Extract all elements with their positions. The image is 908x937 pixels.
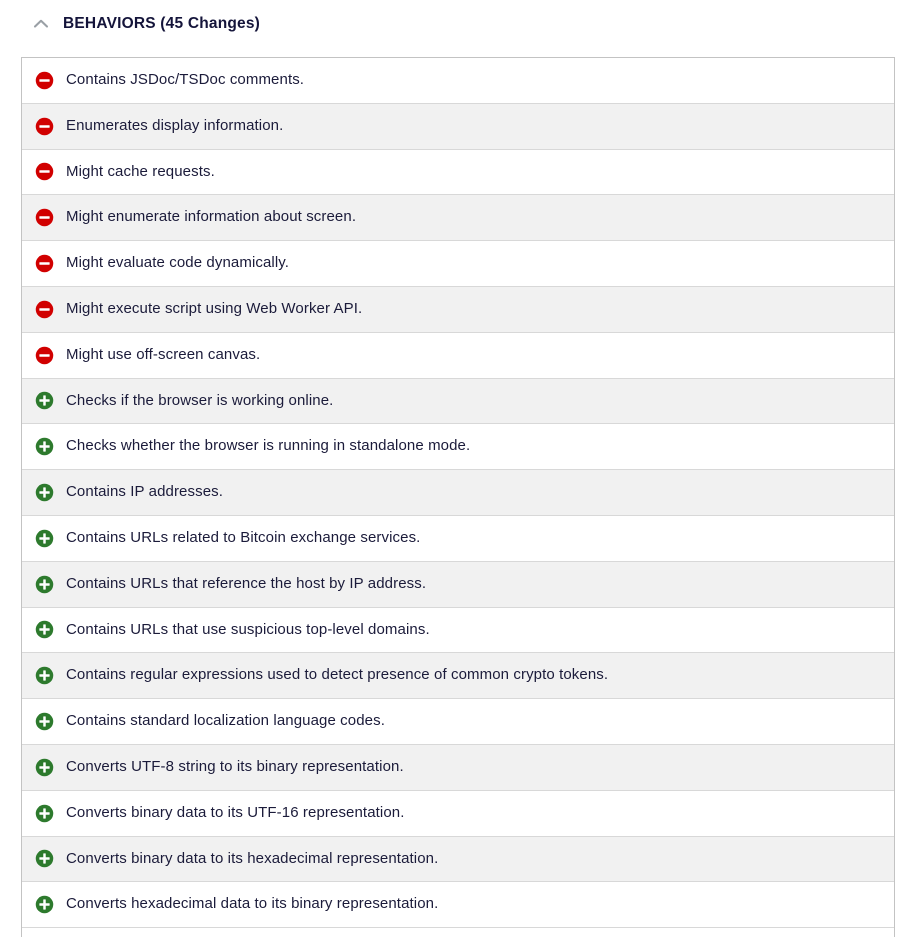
behavior-row[interactable]: Might enumerate information about screen… bbox=[22, 195, 894, 242]
minus-circle-icon bbox=[35, 117, 54, 136]
behavior-label: Converts hexadecimal data to its binary … bbox=[66, 895, 439, 913]
plus-circle-icon bbox=[35, 483, 54, 502]
plus-circle-icon bbox=[35, 849, 54, 868]
behavior-row[interactable]: Might evaluate code dynamically. bbox=[22, 241, 894, 287]
behavior-row[interactable]: Converts UTF-8 string to its binary repr… bbox=[22, 744, 894, 791]
plus-circle-icon bbox=[35, 804, 54, 823]
plus-circle-icon bbox=[35, 529, 54, 548]
plus-circle-icon bbox=[35, 391, 54, 410]
behavior-row[interactable]: Checks if the browser is working online. bbox=[22, 378, 894, 425]
behavior-row[interactable]: Contains URLs related to Bitcoin exchang… bbox=[22, 515, 894, 562]
behavior-row[interactable]: Contains URLs that use suspicious top-le… bbox=[22, 607, 894, 654]
behavior-label: Might use off-screen canvas. bbox=[66, 345, 261, 363]
behavior-label: Contains URLs related to Bitcoin exchang… bbox=[66, 528, 421, 546]
behavior-row[interactable]: Might use off-screen canvas. bbox=[22, 332, 894, 379]
behavior-label: Contains standard localization language … bbox=[66, 712, 385, 730]
behaviors-list: Contains JSDoc/TSDoc comments. Enumerates… bbox=[21, 57, 895, 937]
behavior-row[interactable]: Contains IP addresses. bbox=[22, 470, 894, 516]
behavior-label: Converts UTF-8 string to its binary repr… bbox=[66, 757, 404, 775]
plus-circle-icon bbox=[35, 895, 54, 914]
behavior-label: Contains URLs that use suspicious top-le… bbox=[66, 620, 430, 638]
behavior-label: Checks whether the browser is running in… bbox=[66, 437, 471, 455]
behavior-label: Enumerates display information. bbox=[66, 116, 284, 134]
behavior-row[interactable]: Checks whether the browser is running in… bbox=[22, 424, 894, 471]
minus-circle-icon bbox=[35, 254, 54, 273]
plus-circle-icon bbox=[35, 437, 54, 456]
behavior-label: Converts binary data to its hexadecimal … bbox=[66, 849, 439, 867]
behavior-row[interactable]: Enumerates display information. bbox=[22, 103, 894, 150]
behavior-label: Checks if the browser is working online. bbox=[66, 391, 334, 409]
behavior-label: Converts binary data to its UTF-16 repre… bbox=[66, 803, 405, 821]
behavior-label: Contains IP addresses. bbox=[66, 483, 224, 501]
behaviors-panel: BEHAVIORS (45 Changes) Contains JSDoc/TS… bbox=[0, 0, 908, 937]
behavior-row[interactable]: Might cache requests. bbox=[22, 149, 894, 196]
minus-circle-icon bbox=[35, 162, 54, 181]
behavior-label: Contains URLs that reference the host by… bbox=[66, 574, 427, 592]
behavior-row[interactable]: Converts binary data to its hexadecimal … bbox=[22, 836, 894, 883]
behavior-row[interactable]: Contains regular expressions used to det… bbox=[22, 653, 894, 700]
behavior-label: Contains regular expressions used to det… bbox=[66, 666, 609, 684]
minus-circle-icon bbox=[35, 71, 54, 90]
plus-circle-icon bbox=[35, 666, 54, 685]
page-title: BEHAVIORS (45 Changes) bbox=[63, 15, 261, 33]
minus-circle-icon bbox=[35, 208, 54, 227]
minus-circle-icon bbox=[35, 300, 54, 319]
plus-circle-icon bbox=[35, 758, 54, 777]
behavior-row[interactable]: Contains JSDoc/TSDoc comments. bbox=[22, 58, 894, 104]
behavior-label: Might evaluate code dynamically. bbox=[66, 254, 290, 272]
minus-circle-icon bbox=[35, 346, 54, 365]
behavior-row[interactable]: Converts hexadecimal data to its binary … bbox=[22, 882, 894, 929]
plus-circle-icon bbox=[35, 575, 54, 594]
plus-circle-icon bbox=[35, 620, 54, 639]
behavior-row[interactable]: Converts binary data to its UTF-16 repre… bbox=[22, 790, 894, 837]
behavior-row[interactable]: Might execute script using Web Worker AP… bbox=[22, 286, 894, 333]
behaviors-section-header[interactable]: BEHAVIORS (45 Changes) bbox=[0, 0, 908, 48]
plus-circle-icon bbox=[35, 712, 54, 731]
behavior-label: Contains JSDoc/TSDoc comments. bbox=[66, 71, 305, 89]
behavior-row[interactable]: Contains URLs that reference the host by… bbox=[22, 561, 894, 608]
behavior-label: Might cache requests. bbox=[66, 162, 215, 180]
chevron-up-icon[interactable] bbox=[30, 13, 52, 35]
behavior-row[interactable]: Contains standard localization language … bbox=[22, 699, 894, 745]
behavior-label: Might execute script using Web Worker AP… bbox=[66, 300, 363, 317]
behavior-label: Might enumerate information about screen… bbox=[66, 208, 357, 226]
